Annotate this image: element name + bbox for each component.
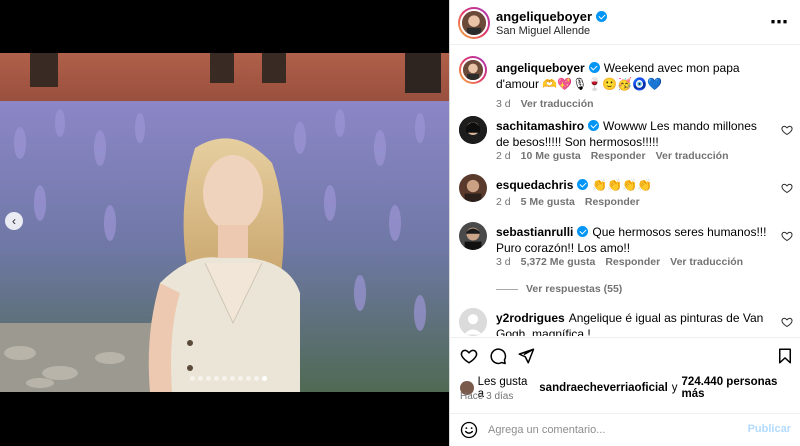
verified-badge-icon xyxy=(577,226,589,237)
likes-connector: y xyxy=(671,382,678,394)
comment-composer: Publicar xyxy=(450,413,800,446)
bookmark-icon[interactable] xyxy=(776,347,794,365)
view-replies-label: Ver respuestas (55) xyxy=(526,283,623,295)
post-location[interactable]: San Miguel Allende xyxy=(496,25,590,37)
post-media: ‹ xyxy=(0,0,449,446)
comment-body: 👏👏👏👏 xyxy=(592,178,653,192)
post-actions xyxy=(450,337,800,375)
post-author[interactable]: angeliqueboyer xyxy=(496,9,608,24)
post-photo[interactable] xyxy=(0,53,449,392)
view-replies-button[interactable]: Ver respuestas (55) xyxy=(496,283,622,295)
carousel-dot xyxy=(198,376,203,381)
verified-badge-icon xyxy=(588,62,600,73)
emoji-icon[interactable] xyxy=(460,421,478,439)
comment-meta: 2 d 10 Me gusta Responder Ver traducción xyxy=(496,150,729,162)
heart-icon[interactable] xyxy=(460,347,478,365)
carousel-dot xyxy=(214,376,219,381)
share-icon[interactable] xyxy=(517,347,535,365)
post-side-panel: angeliqueboyer San Miguel Allende ⋯ ange… xyxy=(449,0,800,446)
see-translation-link[interactable]: Ver traducción xyxy=(521,98,594,110)
comment-username[interactable]: esquedachris xyxy=(496,178,573,192)
carousel-dot xyxy=(254,376,259,381)
comment-likes[interactable]: 10 Me gusta xyxy=(521,150,581,162)
reply-link[interactable]: Responder xyxy=(605,256,660,268)
comment-text: sebastianrulli Que hermosos seres humanos… xyxy=(496,224,771,256)
verified-badge-icon xyxy=(577,179,589,190)
verified-badge-icon xyxy=(588,120,600,131)
comment-heart-icon[interactable] xyxy=(781,124,793,136)
comment-likes[interactable]: 5 Me gusta xyxy=(521,196,575,208)
carousel-dot xyxy=(238,376,243,381)
post-timestamp[interactable]: Hace 3 días xyxy=(460,391,513,402)
chevron-left-icon: ‹ xyxy=(12,214,16,228)
comment-meta: 3 d Ver traducción xyxy=(496,98,594,110)
likes-count[interactable]: 724.440 personas más xyxy=(682,376,800,400)
comment-text: esquedachris 👏👏👏👏 xyxy=(496,177,771,193)
reply-link[interactable]: Responder xyxy=(585,196,640,208)
comment-heart-icon[interactable] xyxy=(781,182,793,194)
see-translation-link[interactable]: Ver traducción xyxy=(670,256,743,268)
avatar[interactable] xyxy=(459,222,487,250)
comment-heart-icon[interactable] xyxy=(781,230,793,242)
comment-meta: 2 d 5 Me gusta Responder xyxy=(496,196,640,208)
comment-time[interactable]: 3 d xyxy=(496,98,511,110)
comment-username[interactable]: y2rodrigues xyxy=(496,311,565,325)
avatar[interactable] xyxy=(459,116,487,144)
comment-username[interactable]: sebastianrulli xyxy=(496,225,573,239)
replies-divider xyxy=(496,288,518,290)
carousel-prev-button[interactable]: ‹ xyxy=(5,212,23,230)
post-header: angeliqueboyer San Miguel Allende ⋯ xyxy=(450,0,800,45)
avatar[interactable] xyxy=(458,7,490,39)
carousel-dots xyxy=(190,376,267,381)
comment-text: sachitamashiro Wowww Les mando millones d… xyxy=(496,118,771,150)
comment-username[interactable]: angeliqueboyer xyxy=(496,61,585,75)
avatar[interactable] xyxy=(459,174,487,202)
avatar[interactable] xyxy=(459,56,487,84)
comments-list: angeliqueboyer Weekend avec mon papa d'am… xyxy=(450,46,800,336)
post-author-username[interactable]: angeliqueboyer xyxy=(496,9,592,24)
more-options-icon[interactable]: ⋯ xyxy=(770,12,789,33)
carousel-dot xyxy=(262,376,267,381)
carousel-dot xyxy=(190,376,195,381)
comment-text: y2rodrigues Angelique é igual as pinturas… xyxy=(496,310,771,336)
comment-time[interactable]: 2 d xyxy=(496,196,511,208)
comment-text: angeliqueboyer Weekend avec mon papa d'am… xyxy=(496,60,771,92)
comment-heart-icon[interactable] xyxy=(781,316,793,328)
liker-username[interactable]: sandraecheverriaoficial xyxy=(539,382,668,394)
carousel-dot xyxy=(246,376,251,381)
comment-input[interactable] xyxy=(488,420,738,440)
comment-time[interactable]: 3 d xyxy=(496,256,511,268)
reply-link[interactable]: Responder xyxy=(591,150,646,162)
default-avatar-icon[interactable] xyxy=(459,308,487,336)
comment-time[interactable]: 2 d xyxy=(496,150,511,162)
see-translation-link[interactable]: Ver traducción xyxy=(656,150,729,162)
post-comment-button[interactable]: Publicar xyxy=(748,423,791,435)
verified-badge-icon xyxy=(596,11,608,22)
carousel-dot xyxy=(222,376,227,381)
carousel-dot xyxy=(230,376,235,381)
comment-meta: 3 d 5,372 Me gusta Responder Ver traducc… xyxy=(496,256,743,268)
comment-username[interactable]: sachitamashiro xyxy=(496,119,584,133)
comment-likes[interactable]: 5,372 Me gusta xyxy=(521,256,596,268)
comment-icon[interactable] xyxy=(489,347,507,365)
post-photo-image xyxy=(0,53,449,392)
carousel-dot xyxy=(206,376,211,381)
